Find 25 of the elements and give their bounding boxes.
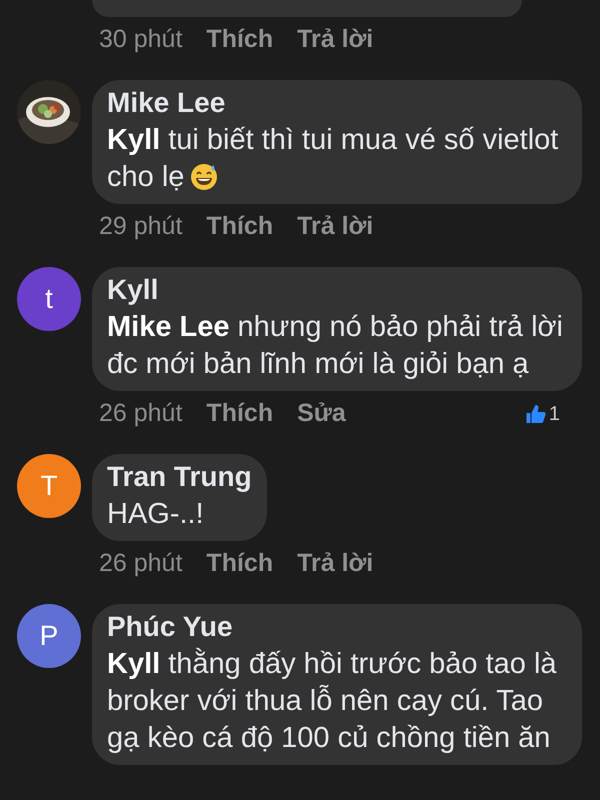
comment-action-link[interactable]: Thích [206,208,274,246]
comment-time: 26 phút [99,398,182,430]
like-count: 1 [548,402,560,427]
avatar: t [17,267,81,331]
comment-action-link[interactable]: Thích [206,21,274,59]
comment-action-link[interactable]: Thích [206,395,274,433]
comment-time: 26 phút [99,548,182,580]
comment-action-link[interactable]: Sửa [297,395,346,433]
author-name[interactable]: Tran Trung [107,462,252,492]
comment-text: HAG-..! [107,497,205,532]
comment-time: 29 phút [99,211,182,242]
comment-action-link[interactable]: Trả lời [297,21,374,59]
comment-text: Kyll tui biết thì tui mua vé số vietlot cho lẹ [107,123,560,195]
avatar: T [17,454,81,518]
comment-action-link[interactable]: Trả lời [297,208,374,246]
comment-time: 30 phút [99,24,182,56]
avatar: P [17,604,81,668]
thumbs-up-icon [524,404,547,424]
author-name[interactable]: Phúc Yue [107,612,567,642]
author-name[interactable]: Mike Lee [107,88,567,118]
author-name[interactable]: Kyll [107,275,567,305]
comment-action-link[interactable]: Thích [206,545,274,583]
comment-text: Mike Lee nhưng nó bảo phải trả lời đc mới bản lĩnh mới là giỏi bạn ạ [107,310,564,382]
comment-action-link[interactable]: Trả lời [297,545,374,583]
comment-text: Kyll thằng đấy hồi trước bảo tao là broker với thua lỗ nên cay cú. Tao gạ kèo cá độ 100 củ chồng tiền ăn [107,646,558,756]
